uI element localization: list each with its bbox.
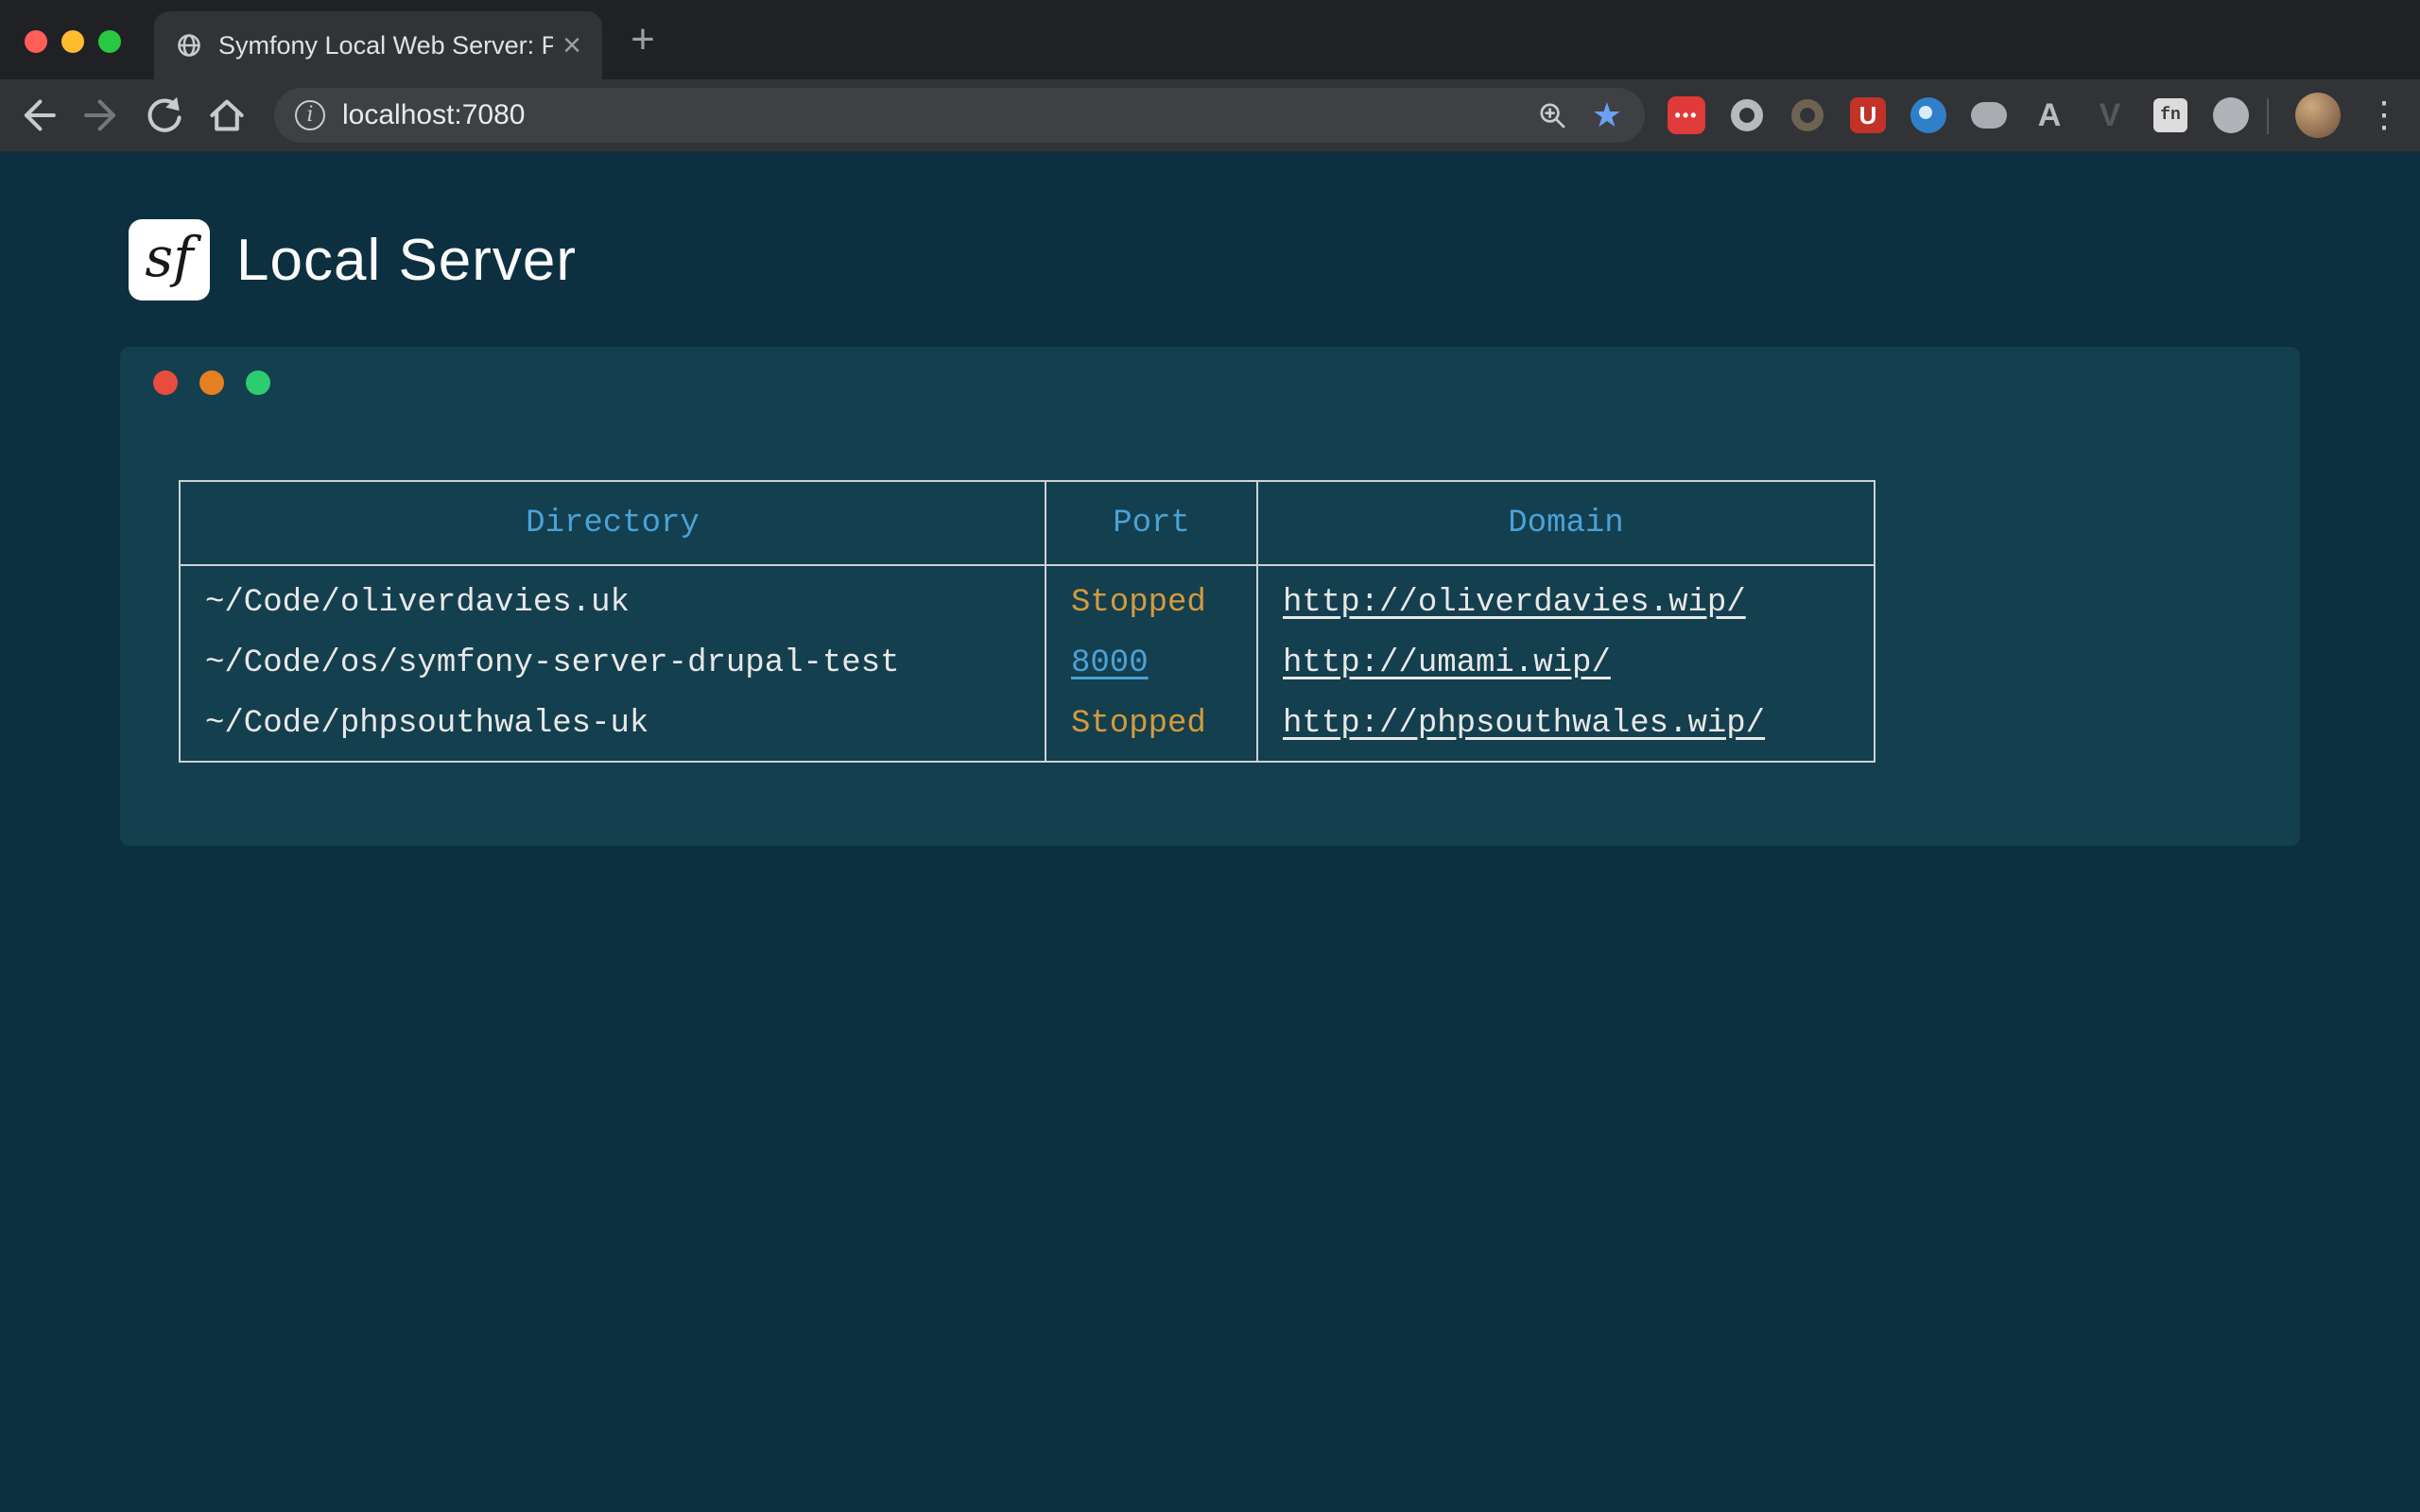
toolbar-divider: [2267, 98, 2269, 134]
browser-toolbar: i localhost:7080 ★ ••• U A V fn ⋮: [0, 79, 2420, 151]
panel-red-dot: [153, 370, 178, 395]
extension-github-icon[interactable]: [2212, 96, 2250, 134]
table-row: ~/Code/os/symfony-server-drupal-test 800…: [180, 633, 1875, 694]
extension-dots-icon[interactable]: •••: [1668, 96, 1705, 134]
url-text[interactable]: localhost:7080: [342, 99, 1537, 131]
extensions-bar: ••• U A V fn: [1668, 96, 2250, 134]
extension-a-icon[interactable]: A: [2031, 96, 2068, 134]
extension-v-icon[interactable]: V: [2091, 96, 2129, 134]
back-button[interactable]: [15, 93, 60, 138]
brand-header: sf Local Server: [129, 219, 577, 301]
table-row: ~/Code/phpsouthwales-uk Stopped http://p…: [180, 694, 1875, 762]
table-row: ~/Code/oliverdavies.uk Stopped http://ol…: [180, 565, 1875, 633]
extension-cog-icon[interactable]: [1789, 96, 1826, 134]
browser-tab[interactable]: Symfony Local Web Server: Prox ×: [154, 11, 602, 79]
extension-cloud-icon[interactable]: [1970, 96, 2008, 134]
tab-title: Symfony Local Web Server: Prox: [218, 31, 553, 60]
home-button[interactable]: [204, 93, 250, 138]
panel-green-dot: [246, 370, 270, 395]
servers-table: Directory Port Domain ~/Code/oliverdavie…: [179, 480, 1876, 763]
header-domain: Domain: [1257, 481, 1875, 565]
directory-cell: ~/Code/os/symfony-server-drupal-test: [180, 633, 1046, 694]
panel-orange-dot: [199, 370, 224, 395]
reload-button[interactable]: [142, 93, 187, 138]
window-zoom-button[interactable]: [98, 30, 121, 53]
page-info-icon[interactable]: i: [295, 100, 325, 130]
symfony-logo: sf: [129, 219, 210, 301]
window-controls: [25, 30, 121, 53]
page-title: Local Server: [236, 227, 577, 294]
domain-link[interactable]: http://umami.wip/: [1283, 645, 1611, 681]
browser-chrome: Symfony Local Web Server: Prox × + i loc…: [0, 0, 2420, 151]
forward-button[interactable]: [79, 93, 125, 138]
tab-close-icon[interactable]: ×: [562, 29, 581, 61]
zoom-icon[interactable]: [1537, 100, 1567, 130]
globe-favicon-icon: [175, 31, 203, 60]
window-minimize-button[interactable]: [61, 30, 84, 53]
extension-card-icon[interactable]: fn: [2152, 96, 2189, 134]
browser-menu-button[interactable]: ⋮: [2365, 93, 2403, 138]
header-directory: Directory: [180, 481, 1046, 565]
port-status: Stopped: [1046, 565, 1257, 633]
domain-link[interactable]: http://phpsouthwales.wip/: [1283, 706, 1765, 742]
directory-cell: ~/Code/phpsouthwales-uk: [180, 694, 1046, 762]
extension-ublock-icon[interactable]: U: [1849, 96, 1887, 134]
tab-strip: Symfony Local Web Server: Prox × +: [0, 0, 2420, 79]
port-link[interactable]: 8000: [1071, 645, 1149, 681]
port-status: Stopped: [1046, 694, 1257, 762]
server-panel: Directory Port Domain ~/Code/oliverdavie…: [120, 347, 2300, 846]
profile-avatar[interactable]: [2295, 93, 2341, 138]
page-content: sf Local Server Directory Port Domain ~/…: [0, 151, 2420, 1512]
bookmark-star-icon[interactable]: ★: [1592, 96, 1622, 135]
directory-cell: ~/Code/oliverdavies.uk: [180, 565, 1046, 633]
extension-gear-icon[interactable]: [1728, 96, 1766, 134]
panel-window-controls: [153, 370, 270, 395]
table-header-row: Directory Port Domain: [180, 481, 1875, 565]
domain-link[interactable]: http://oliverdavies.wip/: [1283, 585, 1746, 621]
new-tab-button[interactable]: +: [620, 19, 666, 64]
window-close-button[interactable]: [25, 30, 47, 53]
extension-blue-circle-icon[interactable]: [1910, 96, 1947, 134]
address-bar[interactable]: i localhost:7080 ★: [274, 88, 1645, 143]
header-port: Port: [1046, 481, 1257, 565]
